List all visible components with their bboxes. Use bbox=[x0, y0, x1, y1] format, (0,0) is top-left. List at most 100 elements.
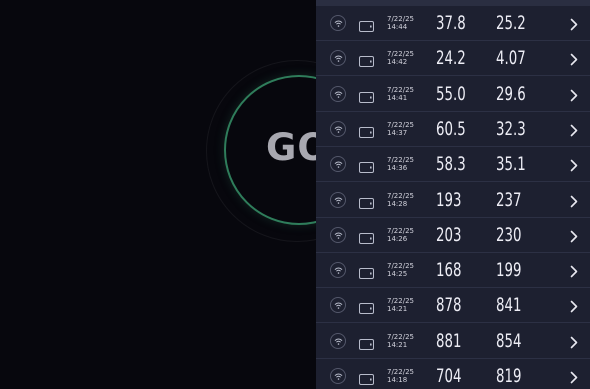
test-date: 7/22/25 bbox=[387, 156, 414, 165]
test-date: 7/22/25 bbox=[387, 50, 414, 59]
history-row[interactable]: 7/22/25 14:21 878 841 bbox=[316, 288, 590, 324]
chevron-right-icon[interactable] bbox=[570, 122, 578, 141]
upload-speed: 199 bbox=[496, 259, 522, 282]
test-time: 14:41 bbox=[387, 93, 408, 102]
test-date: 7/22/25 bbox=[387, 85, 414, 94]
upload-speed: 35.1 bbox=[496, 153, 526, 176]
upload-speed: 32.3 bbox=[496, 117, 526, 140]
tablet-icon bbox=[359, 264, 374, 283]
upload-speed: 819 bbox=[496, 365, 522, 387]
download-speed: 193 bbox=[436, 188, 462, 211]
test-date: 7/22/25 bbox=[387, 120, 414, 129]
test-date: 7/22/25 bbox=[387, 297, 414, 306]
wifi-icon bbox=[330, 262, 346, 279]
test-timestamp: 7/22/25 14:25 bbox=[387, 262, 414, 278]
results-history-panel: 7/22/25 14:44 37.8 25.2 7/22/25 14:42 24.2 4.07… bbox=[316, 0, 590, 389]
wifi-icon bbox=[330, 191, 346, 208]
history-row[interactable]: 7/22/25 14:28 193 237 bbox=[316, 183, 590, 218]
download-speed: 168 bbox=[436, 259, 462, 282]
chevron-right-icon[interactable] bbox=[570, 193, 578, 212]
history-row[interactable]: 7/22/25 14:25 168 199 bbox=[316, 253, 590, 289]
test-time: 14:21 bbox=[387, 305, 408, 314]
tablet-icon bbox=[359, 335, 374, 354]
wifi-icon bbox=[330, 297, 346, 314]
wifi-icon bbox=[330, 85, 346, 102]
wifi-icon bbox=[330, 332, 346, 349]
download-speed: 24.2 bbox=[436, 47, 466, 70]
download-speed: 878 bbox=[436, 294, 462, 317]
test-time: 14:28 bbox=[387, 199, 408, 208]
test-timestamp: 7/22/25 14:36 bbox=[387, 156, 414, 172]
history-row[interactable]: 7/22/25 14:18 704 819 bbox=[316, 359, 590, 389]
test-time: 14:44 bbox=[387, 23, 408, 31]
test-timestamp: 7/22/25 14:28 bbox=[387, 192, 414, 208]
wifi-icon bbox=[330, 120, 346, 137]
history-row[interactable]: 7/22/25 14:21 881 854 bbox=[316, 324, 590, 359]
wifi-icon bbox=[330, 368, 346, 384]
test-timestamp: 7/22/25 14:44 bbox=[387, 15, 414, 31]
wifi-icon bbox=[330, 156, 346, 173]
test-time: 14:42 bbox=[387, 58, 408, 67]
wifi-icon bbox=[330, 226, 346, 243]
download-speed: 203 bbox=[436, 223, 462, 246]
tablet-icon bbox=[359, 229, 374, 248]
download-speed: 881 bbox=[436, 329, 462, 352]
test-date: 7/22/25 bbox=[387, 191, 414, 200]
upload-speed: 4.07 bbox=[496, 47, 526, 70]
test-timestamp: 7/22/25 14:37 bbox=[387, 121, 414, 137]
test-timestamp: 7/22/25 14:21 bbox=[387, 297, 414, 313]
tablet-icon bbox=[359, 88, 374, 107]
chevron-right-icon[interactable] bbox=[570, 87, 578, 106]
history-row[interactable]: 7/22/25 14:41 55.0 29.6 bbox=[316, 77, 590, 112]
download-speed: 55.0 bbox=[436, 82, 466, 105]
chevron-right-icon[interactable] bbox=[570, 298, 578, 317]
chevron-right-icon[interactable] bbox=[570, 16, 578, 35]
tablet-icon bbox=[359, 17, 374, 36]
test-timestamp: 7/22/25 14:21 bbox=[387, 333, 414, 349]
chevron-right-icon[interactable] bbox=[570, 51, 578, 70]
wifi-icon bbox=[330, 50, 346, 67]
test-date: 7/22/25 bbox=[387, 226, 414, 235]
tablet-icon bbox=[359, 123, 374, 142]
tablet-icon bbox=[359, 194, 374, 213]
upload-speed: 230 bbox=[496, 223, 522, 246]
tablet-icon bbox=[359, 158, 374, 177]
upload-speed: 29.6 bbox=[496, 82, 526, 105]
test-date: 7/22/25 bbox=[387, 368, 414, 376]
test-time: 14:18 bbox=[387, 376, 408, 384]
wifi-icon bbox=[330, 15, 346, 31]
chevron-right-icon[interactable] bbox=[570, 228, 578, 247]
test-date: 7/22/25 bbox=[387, 332, 414, 341]
test-timestamp: 7/22/25 14:26 bbox=[387, 227, 414, 243]
download-speed: 37.8 bbox=[436, 12, 466, 34]
tablet-icon bbox=[359, 370, 374, 389]
test-date: 7/22/25 bbox=[387, 262, 414, 271]
chevron-right-icon[interactable] bbox=[570, 263, 578, 282]
test-time: 14:21 bbox=[387, 340, 408, 349]
test-timestamp: 7/22/25 14:18 bbox=[387, 368, 414, 384]
upload-speed: 25.2 bbox=[496, 12, 526, 34]
history-row[interactable]: 7/22/25 14:37 60.5 32.3 bbox=[316, 112, 590, 147]
upload-speed: 841 bbox=[496, 294, 522, 317]
history-row[interactable]: 7/22/25 14:26 203 230 bbox=[316, 218, 590, 253]
test-time: 14:25 bbox=[387, 270, 408, 279]
history-row[interactable]: 7/22/25 14:42 24.2 4.07 bbox=[316, 41, 590, 77]
chevron-right-icon[interactable] bbox=[570, 334, 578, 353]
test-time: 14:37 bbox=[387, 128, 408, 137]
history-row[interactable]: 7/22/25 14:36 58.3 35.1 bbox=[316, 147, 590, 183]
test-date: 7/22/25 bbox=[387, 15, 414, 23]
tablet-icon bbox=[359, 52, 374, 71]
tablet-icon bbox=[359, 299, 374, 318]
test-time: 14:26 bbox=[387, 234, 408, 243]
test-timestamp: 7/22/25 14:42 bbox=[387, 50, 414, 66]
download-speed: 704 bbox=[436, 365, 462, 387]
chevron-right-icon[interactable] bbox=[570, 369, 578, 388]
download-speed: 58.3 bbox=[436, 153, 466, 176]
test-timestamp: 7/22/25 14:41 bbox=[387, 86, 414, 102]
chevron-right-icon[interactable] bbox=[570, 157, 578, 176]
history-row[interactable]: 7/22/25 14:44 37.8 25.2 bbox=[316, 6, 590, 41]
upload-speed: 854 bbox=[496, 329, 522, 352]
download-speed: 60.5 bbox=[436, 117, 466, 140]
test-time: 14:36 bbox=[387, 164, 408, 173]
upload-speed: 237 bbox=[496, 188, 522, 211]
